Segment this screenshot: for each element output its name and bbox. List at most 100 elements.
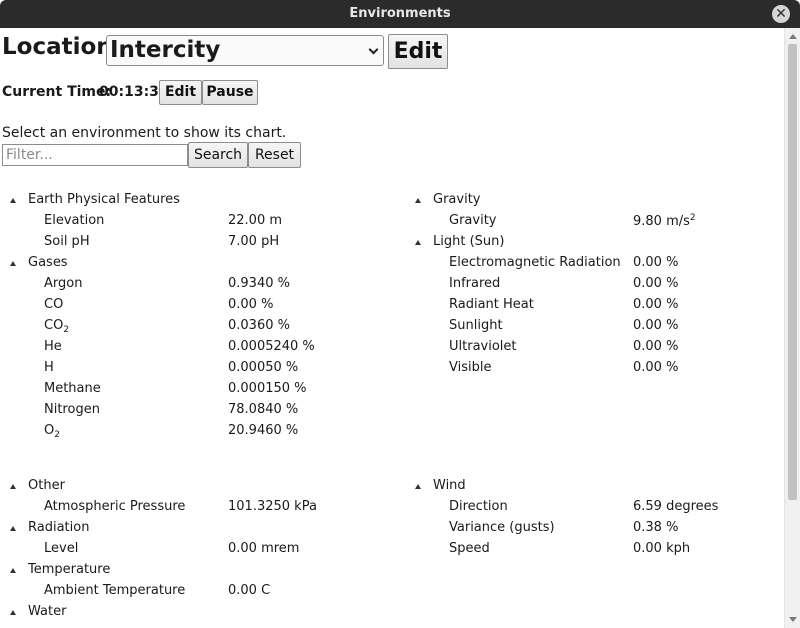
env-value-text: 9.80 m/s: [633, 214, 690, 229]
edit-time-button[interactable]: Edit: [159, 80, 202, 105]
group-temperature[interactable]: Temperature: [28, 562, 110, 577]
env-item-gravity[interactable]: Gravity: [449, 213, 496, 228]
reset-button[interactable]: Reset: [248, 142, 301, 168]
collapse-triangle-icon[interactable]: [10, 568, 16, 573]
env-item-value: 0.00 %: [228, 297, 273, 312]
group-gravity[interactable]: Gravity: [433, 192, 480, 207]
env-value-text: 78.0840 %: [228, 402, 299, 417]
env-item-level[interactable]: Level: [44, 541, 78, 556]
collapse-triangle-icon[interactable]: [10, 198, 16, 203]
env-item-value: 0.00 %: [633, 276, 678, 291]
location-selected-value: Intercity: [110, 37, 221, 63]
env-value-text: 101.3250 kPa: [228, 499, 317, 514]
instruction-text: Select an environment to show its chart.: [2, 125, 287, 141]
env-item-sunlight[interactable]: Sunlight: [449, 318, 503, 333]
env-value-text: 0.00050 %: [228, 360, 299, 375]
env-item-methane[interactable]: Methane: [44, 381, 101, 396]
env-item-value: 0.00 %: [633, 360, 678, 375]
env-item-value: 22.00 m: [228, 213, 282, 228]
collapse-triangle-icon[interactable]: [10, 526, 16, 531]
location-label: Location:: [2, 34, 122, 60]
env-value-text: 0.00 mrem: [228, 541, 300, 556]
env-item-radiant-heat[interactable]: Radiant Heat: [449, 297, 534, 312]
env-item-elevation[interactable]: Elevation: [44, 213, 104, 228]
env-item-label: Nitrogen: [44, 402, 100, 417]
pause-button[interactable]: Pause: [202, 80, 258, 105]
collapse-triangle-icon[interactable]: [415, 240, 421, 245]
group-radiation[interactable]: Radiation: [28, 520, 89, 535]
env-item-he[interactable]: He: [44, 339, 62, 354]
env-item-value: 0.00 %: [633, 255, 678, 270]
env-value-text: 0.000150 %: [228, 381, 307, 396]
location-select[interactable]: Intercity: [106, 35, 384, 66]
scroll-down-icon[interactable]: [789, 617, 797, 622]
env-item-value: 7.00 pH: [228, 234, 279, 249]
env-value-text: 0.0005240 %: [228, 339, 315, 354]
env-item-variance-gusts[interactable]: Variance (gusts): [449, 520, 555, 535]
env-item-label: Soil pH: [44, 234, 90, 249]
window-title: Environments: [349, 6, 451, 21]
env-item-o2[interactable]: O2: [44, 423, 60, 440]
env-value-text: 0.00 %: [633, 276, 679, 291]
env-value-text: 0.00 %: [633, 339, 679, 354]
scroll-up-icon[interactable]: [789, 34, 797, 39]
edit-location-button[interactable]: Edit: [388, 34, 448, 69]
collapse-triangle-icon[interactable]: [415, 484, 421, 489]
env-item-label: CO: [44, 297, 64, 312]
scrollbar-thumb[interactable]: [788, 44, 797, 500]
env-item-value: 0.00 kph: [633, 541, 690, 556]
env-value-text: 6.59 degrees: [633, 499, 719, 514]
group-gases[interactable]: Gases: [28, 255, 68, 270]
env-item-ambient-temperature[interactable]: Ambient Temperature: [44, 583, 185, 598]
env-item-value: 78.0840 %: [228, 402, 298, 417]
env-item-value: 0.0005240 %: [228, 339, 315, 354]
env-item-value: 0.00 mrem: [228, 541, 299, 556]
group-earth-physical-features[interactable]: Earth Physical Features: [28, 192, 180, 207]
env-item-ultraviolet[interactable]: Ultraviolet: [449, 339, 517, 354]
group-light-sun[interactable]: Light (Sun): [433, 234, 504, 249]
env-item-value: 0.00 %: [633, 339, 678, 354]
group-wind[interactable]: Wind: [433, 478, 466, 493]
env-item-label: Methane: [44, 381, 101, 396]
env-item-label: Sunlight: [449, 318, 503, 333]
collapse-triangle-icon[interactable]: [10, 261, 16, 266]
env-value-text: 0.00 %: [633, 255, 679, 270]
collapse-triangle-icon[interactable]: [10, 610, 16, 615]
window-titlebar: Environments ✕: [0, 0, 800, 28]
close-icon[interactable]: ✕: [772, 5, 790, 23]
env-item-label: Radiant Heat: [449, 297, 534, 312]
env-value-text: 0.00 %: [633, 318, 679, 333]
env-item-label: Ambient Temperature: [44, 583, 186, 598]
env-item-value: 9.80 m/s2: [633, 213, 696, 229]
env-value-text: 0.38 %: [633, 520, 679, 535]
env-item-label: Argon: [44, 276, 83, 291]
env-item-speed[interactable]: Speed: [449, 541, 490, 556]
env-item-atmospheric-pressure[interactable]: Atmospheric Pressure: [44, 499, 185, 514]
env-item-infrared[interactable]: Infrared: [449, 276, 500, 291]
environments-panel: Location: Intercity Edit Current Time: 0…: [0, 28, 784, 628]
env-item-soil-ph[interactable]: Soil pH: [44, 234, 90, 249]
filter-input[interactable]: [2, 144, 188, 166]
group-water[interactable]: Water: [28, 604, 66, 619]
env-item-h[interactable]: H: [44, 360, 54, 375]
search-button[interactable]: Search: [188, 142, 248, 168]
env-item-label: He: [44, 339, 62, 354]
collapse-triangle-icon[interactable]: [10, 484, 16, 489]
env-item-argon[interactable]: Argon: [44, 276, 82, 291]
env-item-label: Speed: [449, 541, 490, 556]
env-item-label: Elevation: [44, 213, 105, 228]
group-other[interactable]: Other: [28, 478, 65, 493]
env-item-nitrogen[interactable]: Nitrogen: [44, 402, 100, 417]
env-item-electromagnetic-radiation[interactable]: Electromagnetic Radiation: [449, 255, 621, 270]
env-item-value: 0.00050 %: [228, 360, 298, 375]
env-value-text: 0.0360 %: [228, 318, 290, 333]
env-item-co2[interactable]: CO2: [44, 318, 69, 335]
env-item-value: 0.38 %: [633, 520, 678, 535]
env-item-visible[interactable]: Visible: [449, 360, 491, 375]
env-item-label: Direction: [449, 499, 508, 514]
env-item-label: Electromagnetic Radiation: [449, 255, 621, 270]
vertical-scrollbar[interactable]: [784, 28, 800, 628]
env-item-co[interactable]: CO: [44, 297, 63, 312]
env-item-direction[interactable]: Direction: [449, 499, 508, 514]
collapse-triangle-icon[interactable]: [415, 198, 421, 203]
